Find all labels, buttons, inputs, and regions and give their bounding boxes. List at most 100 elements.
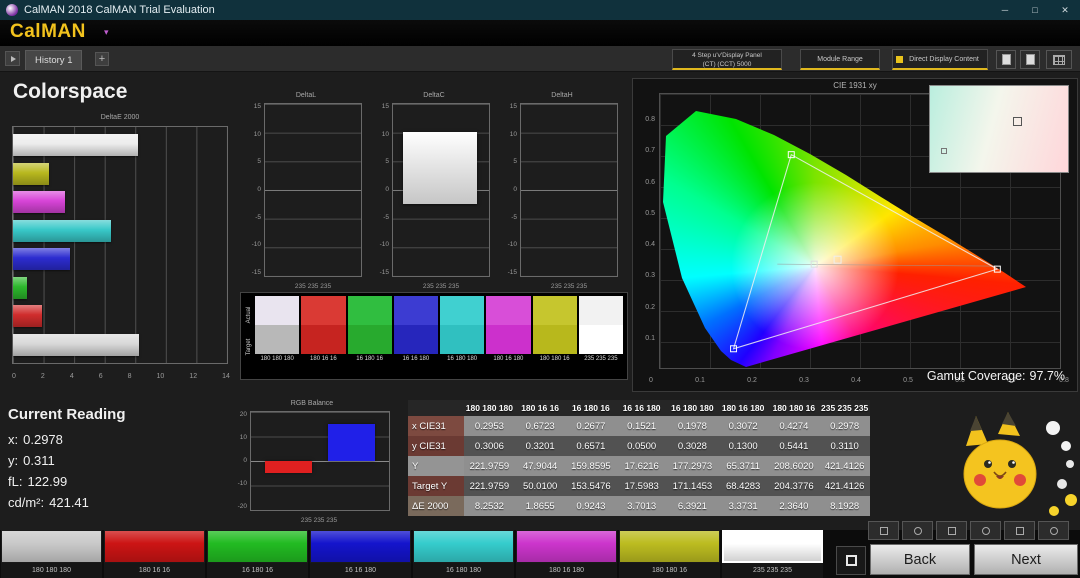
cie-1931-panel: CIE 1931 xy 0.80.70.60.50.40.30.20.1 00.… <box>632 78 1078 392</box>
logo-menu-caret-icon[interactable]: ▾ <box>104 27 109 38</box>
zero-line <box>265 190 361 191</box>
direct-display-button[interactable]: Direct Display Content <box>892 49 988 70</box>
patch-label: 180 180 16 <box>619 563 720 578</box>
gamut-coverage-readout: Gamut Coverage:97.7% <box>927 369 1065 383</box>
target-swatch <box>255 325 299 354</box>
x-tick: 2 <box>41 373 45 380</box>
cell: 0.3072 <box>718 416 769 436</box>
patch-color <box>310 530 411 563</box>
swatch-rgb-label: 180 180 16 <box>533 354 577 377</box>
delta-h-plot <box>520 103 618 277</box>
report-page-button[interactable] <box>1020 50 1040 69</box>
y-axis-labels: 151050-5-10-15 <box>246 103 264 277</box>
direct-display-label: Direct Display Content <box>909 56 979 63</box>
actual-swatch <box>533 296 577 325</box>
panel-icon-button[interactable] <box>1004 521 1035 540</box>
profile-icon-button[interactable] <box>902 521 933 540</box>
patch-red[interactable]: 180 16 16 <box>104 530 205 578</box>
app-icon <box>6 4 18 16</box>
patch-color <box>413 530 514 563</box>
patch-yellow[interactable]: 180 180 16 <box>619 530 720 578</box>
target-swatch <box>440 325 484 354</box>
swatch-rgb-label: 180 16 180 <box>486 354 530 377</box>
patch-label: 16 180 180 <box>413 563 514 578</box>
swatch-rgb-label: 16 16 180 <box>394 354 438 377</box>
patch-green[interactable]: 16 180 16 <box>207 530 308 578</box>
swatch-column: 16 16 180 <box>394 296 438 377</box>
capture-icon-button[interactable] <box>868 521 899 540</box>
tab-bar: History 1 + 4 Step u'v'Display Panel (CT… <box>0 46 1080 72</box>
cell: 171.1453 <box>667 476 718 496</box>
gamut-coverage-value: 97.7% <box>1030 369 1065 383</box>
row-label: Target Y <box>408 476 464 496</box>
rgb-balance-chart: RGB Balance 20100-10-20 235 235 235 <box>232 400 392 524</box>
patch-white-selected[interactable]: 235 235 235 <box>722 530 823 578</box>
patch-blue[interactable]: 16 16 180 <box>310 530 411 578</box>
settings-icon-button[interactable] <box>970 521 1001 540</box>
settings-icon <box>982 527 990 535</box>
stop-icon <box>846 555 857 566</box>
bar-row <box>13 248 227 270</box>
row-label: x CIE31 <box>408 416 464 436</box>
table-row-luminance: Y 221.9759 47.9044 159.8595 17.6216 177.… <box>408 456 870 476</box>
copy-page-button[interactable] <box>996 50 1016 69</box>
x-tick: 12 <box>189 373 197 380</box>
column-header: 235 235 235 <box>819 400 870 416</box>
swatch-column: 180 16 16 <box>301 296 345 377</box>
cell: 3.7013 <box>616 496 667 516</box>
cell: 0.6571 <box>566 436 617 456</box>
patch-label: 16 180 16 <box>207 563 308 578</box>
cell: 1.8655 <box>515 496 566 516</box>
delta-c-x-label: 235 235 235 <box>392 283 490 290</box>
cell: 421.4126 <box>819 476 870 496</box>
rgb-balance-x-label: 235 235 235 <box>248 517 390 524</box>
chart-icon-button[interactable] <box>936 521 967 540</box>
cell: 208.6020 <box>769 456 820 476</box>
swatch-rgb-label: 235 235 235 <box>579 354 623 377</box>
close-button[interactable]: ✕ <box>1050 0 1080 20</box>
workflow-dropdown-button[interactable]: 4 Step u'v'Display Panel (CT) (CCT) 5000 <box>672 49 782 70</box>
column-header: 180 16 16 <box>515 400 566 416</box>
delta-e-bar-yellow <box>13 163 49 185</box>
cell: 0.3110 <box>819 436 870 456</box>
swatch-column: 180 180 180 <box>255 296 299 377</box>
column-header: 180 16 180 <box>718 400 769 416</box>
delta-e-bar-green <box>13 277 27 299</box>
row-label: y CIE31 <box>408 436 464 456</box>
capture-icon <box>880 527 888 535</box>
delta-e-plot-area <box>12 126 228 364</box>
row-label: ΔE 2000 <box>408 496 464 516</box>
column-header: 16 16 180 <box>616 400 667 416</box>
reading-fl: fL:122.99 <box>8 471 126 492</box>
target-swatch <box>486 325 530 354</box>
patch-magenta[interactable]: 180 16 180 <box>516 530 617 578</box>
back-button[interactable]: Back <box>870 544 970 575</box>
stop-measurement-button[interactable] <box>836 546 866 575</box>
patch-gray[interactable]: 180 180 180 <box>1 530 102 578</box>
delta-e-bar-red <box>13 305 42 327</box>
reading-cdm2: cd/m²:421.41 <box>8 492 126 513</box>
patch-color <box>207 530 308 563</box>
tab-scroll-arrow-icon[interactable] <box>5 51 20 66</box>
layout-grid-button[interactable] <box>1046 50 1072 69</box>
add-tab-button[interactable]: + <box>95 52 109 66</box>
next-button[interactable]: Next <box>974 544 1078 575</box>
calman-logo: CalMAN <box>10 21 86 43</box>
target-swatch <box>301 325 345 354</box>
target-swatch <box>579 325 623 354</box>
delta-l-chart: DeltaL 151050-5-10-15 235 235 235 <box>246 92 366 290</box>
current-reading-panel: Current Reading x:0.2978 y:0.311 fL:122.… <box>8 406 126 513</box>
cell: 153.5476 <box>566 476 617 496</box>
swatch-rgb-label: 16 180 16 <box>348 354 392 377</box>
module-range-button[interactable]: Module Range <box>800 49 880 70</box>
blue-balance-bar <box>328 424 375 461</box>
minimize-button[interactable]: ─ <box>990 0 1020 20</box>
maximize-button[interactable]: □ <box>1020 0 1050 20</box>
cell: 221.9759 <box>464 456 515 476</box>
patch-color <box>619 530 720 563</box>
patch-cyan[interactable]: 16 180 180 <box>413 530 514 578</box>
logo-bar: CalMAN ▾ <box>0 20 1080 46</box>
layout-icon-button[interactable] <box>1038 521 1069 540</box>
tab-history-1[interactable]: History 1 <box>25 50 82 70</box>
x-tick: 0 <box>12 373 16 380</box>
